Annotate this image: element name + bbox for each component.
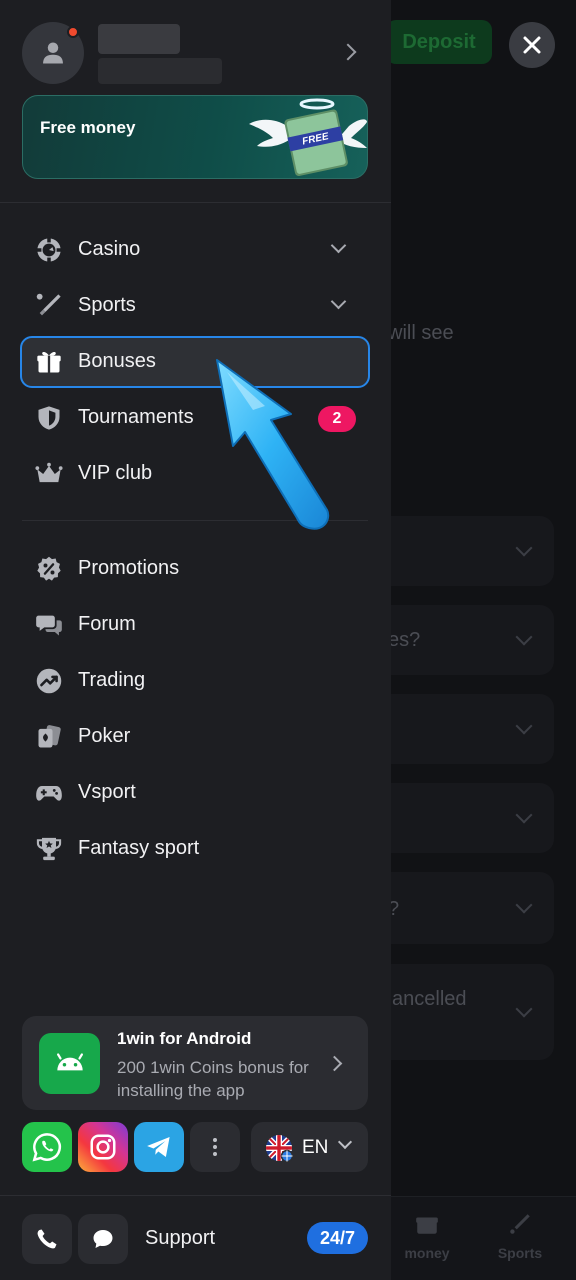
sports-bat-icon bbox=[34, 291, 64, 321]
menu-item-label: VIP club bbox=[78, 462, 153, 484]
tab-free-money: money bbox=[392, 1209, 462, 1261]
playing-cards-icon bbox=[34, 722, 64, 752]
menu-item-tournaments[interactable]: Tournaments 2 bbox=[22, 393, 368, 443]
chevron-right-icon bbox=[326, 1055, 343, 1072]
whatsapp-button[interactable] bbox=[22, 1122, 72, 1172]
menu-item-fantasy-sport[interactable]: Fantasy sport bbox=[22, 824, 368, 874]
menu-item-label: Sports bbox=[78, 294, 136, 316]
menu-item-forum[interactable]: Forum bbox=[22, 600, 368, 650]
deposit-button: Deposit bbox=[386, 20, 492, 64]
chevron-down-icon bbox=[330, 237, 347, 254]
menu-item-label: Promotions bbox=[78, 557, 180, 579]
gift-icon bbox=[416, 1217, 438, 1234]
menu-item-label: Forum bbox=[78, 613, 136, 635]
menu-item-label: Bonuses bbox=[78, 350, 156, 372]
menu-item-casino[interactable]: Casino bbox=[22, 225, 368, 275]
free-money-label: Free money bbox=[40, 118, 136, 137]
menu-item-label: Trading bbox=[78, 669, 146, 691]
chat-support-button[interactable] bbox=[78, 1214, 128, 1264]
sports-bat-icon bbox=[510, 1214, 530, 1234]
user-icon bbox=[43, 42, 63, 64]
menu-item-label: Poker bbox=[78, 725, 131, 747]
menu-item-label: Vsport bbox=[78, 781, 136, 803]
casino-chip-icon bbox=[34, 235, 64, 265]
support-label: Support bbox=[145, 1227, 216, 1249]
menu-item-poker[interactable]: Poker bbox=[22, 712, 368, 762]
chat-bubble-icon bbox=[93, 1230, 113, 1248]
crown-icon bbox=[34, 459, 64, 489]
trend-chart-icon bbox=[34, 666, 64, 696]
close-icon bbox=[523, 36, 541, 54]
menu-item-bonuses[interactable]: Bonuses bbox=[20, 336, 370, 388]
support-hours-badge: 24/7 bbox=[307, 1222, 368, 1254]
divider bbox=[0, 1195, 391, 1196]
language-code: EN bbox=[302, 1137, 329, 1158]
telegram-icon bbox=[147, 1137, 170, 1157]
chevron-right-icon bbox=[339, 43, 357, 61]
percent-badge-icon bbox=[34, 554, 64, 584]
background-text: will see bbox=[388, 322, 454, 344]
menu-item-sports[interactable]: Sports bbox=[22, 281, 368, 331]
gamepad-icon bbox=[34, 778, 64, 808]
bottom-tab-bar: money Sports bbox=[390, 1196, 576, 1280]
menu-item-vip-club[interactable]: VIP club bbox=[22, 449, 368, 499]
chevron-down-icon bbox=[330, 293, 347, 310]
menu-item-label: Fantasy sport bbox=[78, 837, 200, 859]
menu-item-vsport[interactable]: Vsport bbox=[22, 768, 368, 818]
more-dots-icon bbox=[213, 1138, 217, 1156]
faq-text: es? bbox=[388, 629, 421, 651]
instagram-icon bbox=[90, 1134, 116, 1160]
trophy-icon bbox=[34, 834, 64, 864]
notification-count-badge: 2 bbox=[318, 406, 356, 432]
call-support-button[interactable] bbox=[22, 1214, 72, 1264]
menu-item-trading[interactable]: Trading bbox=[22, 656, 368, 706]
side-menu-drawer: Free money FREE Casino Sports Bonuses To… bbox=[0, 0, 391, 1280]
profile-header[interactable] bbox=[22, 22, 368, 84]
menu-item-label: Casino bbox=[78, 238, 141, 260]
divider bbox=[0, 202, 391, 203]
notification-dot bbox=[67, 26, 79, 38]
app-banner-title: 1win for Android bbox=[117, 1029, 252, 1048]
menu-item-promotions[interactable]: Promotions bbox=[22, 544, 368, 594]
free-money-banner[interactable]: Free money FREE bbox=[22, 95, 368, 179]
tab-sports: Sports bbox=[488, 1209, 552, 1261]
shield-icon bbox=[34, 403, 64, 433]
chat-bubbles-icon bbox=[34, 610, 64, 640]
android-app-banner[interactable]: 1win for Android 200 1win Coins bonus fo… bbox=[22, 1016, 368, 1110]
flying-money-icon: FREE bbox=[249, 98, 367, 177]
redacted-username bbox=[98, 24, 180, 54]
gift-icon bbox=[34, 347, 64, 377]
instagram-button[interactable] bbox=[78, 1122, 128, 1172]
uk-flag-icon bbox=[266, 1135, 293, 1162]
language-selector[interactable]: EN bbox=[251, 1122, 368, 1172]
telegram-button[interactable] bbox=[134, 1122, 184, 1172]
whatsapp-icon bbox=[32, 1133, 62, 1162]
faq-text: ancelled bbox=[392, 988, 467, 1010]
menu-item-label: Tournaments bbox=[78, 406, 194, 428]
more-options-button[interactable] bbox=[190, 1122, 240, 1172]
android-icon bbox=[39, 1033, 100, 1094]
avatar[interactable] bbox=[22, 22, 84, 84]
divider bbox=[22, 520, 368, 521]
app-banner-subtitle: 200 1win Coins bonus for installing the … bbox=[117, 1058, 309, 1100]
chevron-down-icon bbox=[337, 1134, 353, 1150]
close-menu-button[interactable] bbox=[509, 22, 555, 68]
redacted-balance bbox=[98, 58, 222, 84]
phone-icon bbox=[37, 1229, 57, 1249]
